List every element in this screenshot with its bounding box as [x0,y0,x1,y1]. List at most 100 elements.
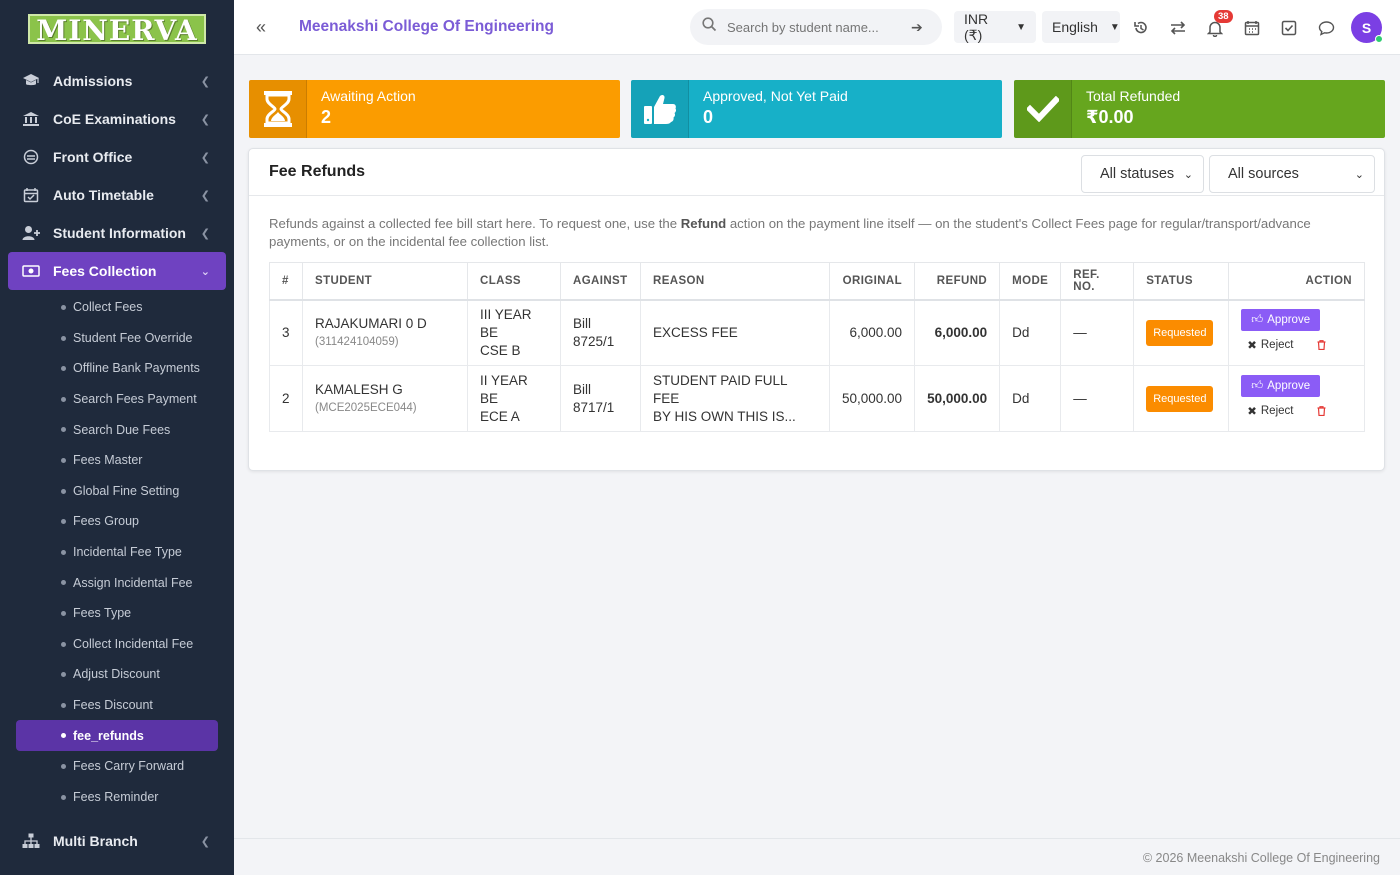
close-icon: ✖ [1247,405,1257,418]
chevron-down-icon: ▼ [1016,21,1026,33]
cell-class: II YEAR BE ECE A [467,365,561,432]
cell-action: 👍︎ Approve ✖ Reject [1228,299,1365,366]
search-icon [702,17,717,37]
arrow-right-icon[interactable]: ➔ [911,19,923,36]
sidebar-item-front-office[interactable]: Front Office ❮ [0,138,234,176]
college-name[interactable]: Meenakshi College Of Engineering [299,18,554,36]
cell-student: KAMALESH G (MCE2025ECE044) [302,365,468,432]
thumbs-up-icon: 👍︎ [1251,379,1264,392]
sidebar: MINERVA Admissions ❮ CoE Examinations ❮ … [0,0,234,875]
sidebar-item-label: Admissions [53,73,133,89]
fee-refunds-panel: Fee Refunds All statuses ⌄ All sources ⌄ R… [248,148,1385,471]
check-icon [1014,80,1072,138]
calendar-icon[interactable] [1241,17,1263,39]
chevron-left-icon: ❮ [200,75,210,88]
submenu-item-fees-master[interactable]: Fees Master [0,445,234,476]
cell-number: 3 [269,299,303,366]
submenu-item-assign-incidental-fee[interactable]: Assign Incidental Fee [0,567,234,598]
cell-reason: STUDENT PAID FULL FEE BY HIS OWN THIS IS.… [640,365,830,432]
student-id: (MCE2025ECE044) [315,401,417,414]
reject-button[interactable]: ✖ Reject [1241,400,1300,421]
switch-arrows-icon[interactable] [1167,17,1189,39]
submenu-item-adjust-discount[interactable]: Adjust Discount [0,659,234,690]
sidebar-item-label: Fees Collection [53,263,157,279]
col-header-student: STUDENT [302,262,468,301]
chat-icon[interactable] [1315,17,1337,39]
collapse-sidebar-icon[interactable]: « [256,17,286,38]
submenu-item-offline-bank-payments[interactable]: Offline Bank Payments [0,353,234,384]
col-header-action: ACTION [1228,262,1365,301]
stat-value: 2 [321,107,332,127]
search-input[interactable] [727,19,907,35]
task-check-icon[interactable] [1278,17,1300,39]
sidebar-item-multi-branch[interactable]: Multi Branch ❮ [0,822,234,860]
table-row: 2 KAMALESH G (MCE2025ECE044) II YEAR BE EC… [269,365,1365,432]
submenu-item-fee-refunds[interactable]: fee_refunds [16,720,218,751]
submenu-item-fees-group[interactable]: Fees Group [0,506,234,537]
submenu-item-incidental-fee-type[interactable]: Incidental Fee Type [0,537,234,568]
language-select[interactable]: English ▼ [1042,11,1120,43]
sidebar-item-label: CoE Examinations [53,111,176,127]
chevron-down-icon: ▼ [1109,21,1120,33]
status-badge: Requested [1146,319,1214,346]
sidebar-item-coe-examinations[interactable]: CoE Examinations ❮ [0,100,234,138]
chevron-left-icon: ❮ [200,227,210,240]
cell-against: Bill 8725/1 [560,299,641,366]
sidebar-item-auto-timetable[interactable]: Auto Timetable ❮ [0,176,234,214]
source-filter-select[interactable]: All sources ⌄ [1209,155,1375,193]
submenu-item-search-fees-payment[interactable]: Search Fees Payment [0,384,234,415]
logo-area: MINERVA [0,0,234,58]
submenu-item-global-fine-setting[interactable]: Global Fine Setting [0,476,234,507]
submenu-item-fees-discount[interactable]: Fees Discount [0,690,234,721]
status-filter-select[interactable]: All statuses ⌄ [1081,155,1204,193]
brand-logo[interactable]: MINERVA [28,14,206,46]
graduation-cap-icon [22,72,40,90]
approve-button[interactable]: 👍︎ Approve [1241,309,1321,332]
cell-mode: Dd [999,365,1062,432]
cell-action: 👍︎ Approve ✖ Reject [1228,365,1365,432]
cell-original: 50,000.00 [828,365,916,432]
sidebar-item-label: Student Information [53,225,186,241]
submenu-item-collect-incidental-fee[interactable]: Collect Incidental Fee [0,629,234,660]
sidebar-item-label: Auto Timetable [53,187,154,203]
sidebar-item-student-information[interactable]: Student Information ❮ [0,214,234,252]
trash-icon[interactable] [1317,404,1326,422]
col-header-number: # [269,262,303,301]
sidebar-menu: Admissions ❮ CoE Examinations ❮ Front Of… [0,58,234,290]
cell-student: RAJAKUMARI 0 D (311424104059) [302,299,468,366]
thumbs-up-icon [631,80,689,138]
refunds-table: # STUDENT CLASS AGAINST REASON ORIGINAL … [269,262,1365,432]
col-header-ref-no: REF. NO. [1060,262,1135,301]
cell-number: 2 [269,365,303,432]
stat-label: Total Refunded [1086,88,1181,104]
history-icon[interactable] [1130,17,1152,39]
status-badge: Requested [1146,385,1214,412]
submenu-item-fees-type[interactable]: Fees Type [0,598,234,629]
sidebar-item-fees-collection[interactable]: Fees Collection ⌄ [8,252,226,290]
sidebar-item-admissions[interactable]: Admissions ❮ [0,62,234,100]
cell-ref-no: — [1060,365,1135,432]
approve-button[interactable]: 👍︎ Approve [1241,374,1321,397]
chevron-left-icon: ❮ [200,113,210,126]
trash-icon[interactable] [1317,338,1326,356]
chevron-down-icon: ⌄ [200,265,210,278]
submenu-item-fees-carry-forward[interactable]: Fees Carry Forward [0,751,234,782]
stat-value: ₹0.00 [1086,107,1134,127]
bell-icon[interactable]: 38 [1204,10,1233,39]
reject-button[interactable]: ✖ Reject [1241,335,1300,356]
submenu-item-student-fee-override[interactable]: Student Fee Override [0,323,234,354]
intro-text: Refunds against a collected fee bill sta… [269,216,1311,249]
chevron-left-icon: ❮ [200,835,210,848]
panel-header: Fee Refunds All statuses ⌄ All sources ⌄ [249,149,1384,196]
fees-submenu: Collect Fees Student Fee Override Offlin… [0,292,234,812]
submenu-item-fees-reminder[interactable]: Fees Reminder [0,782,234,813]
submenu-item-search-due-fees[interactable]: Search Due Fees [0,414,234,445]
submenu-item-collect-fees[interactable]: Collect Fees [0,292,234,323]
chevron-down-icon: ⌄ [1354,168,1364,181]
col-header-reason: REASON [640,262,830,301]
cell-mode: Dd [999,299,1062,366]
cell-reason: EXCESS FEE [640,299,830,366]
currency-select[interactable]: INR (₹) ▼ [954,11,1036,43]
cell-refund: 50,000.00 [914,365,1001,432]
avatar[interactable]: S [1351,12,1383,43]
